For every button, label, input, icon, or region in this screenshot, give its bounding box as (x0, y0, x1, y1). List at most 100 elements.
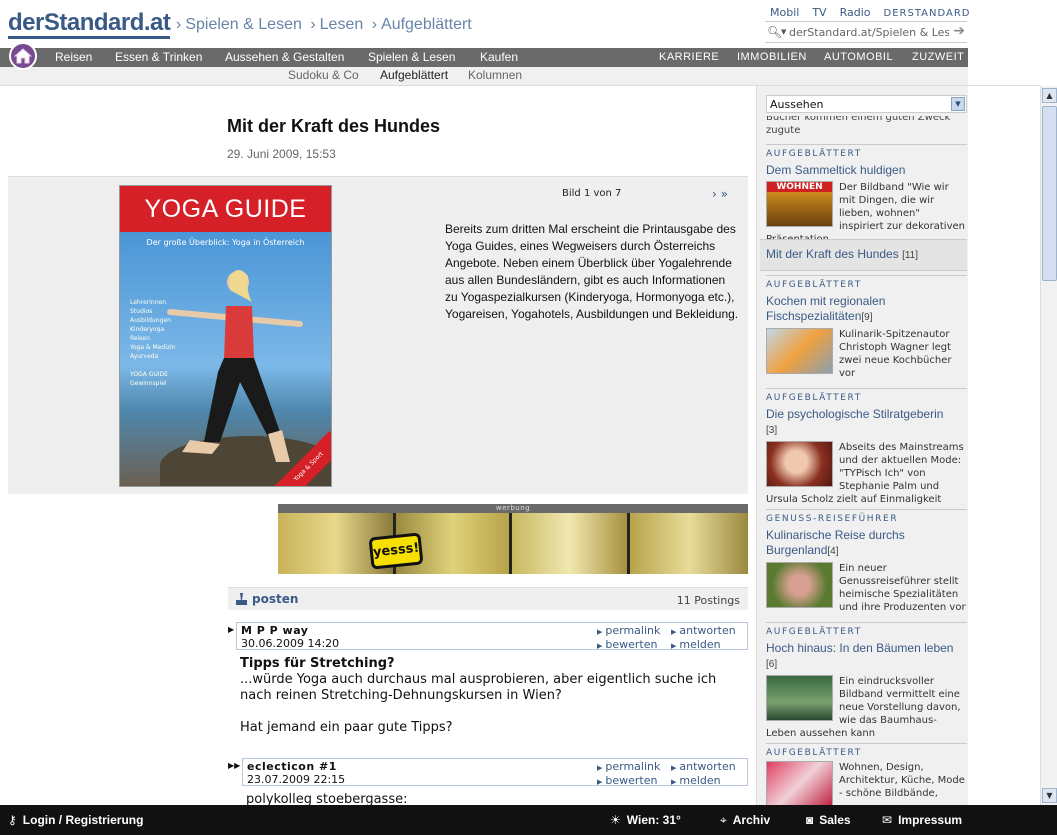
bewerten-link[interactable]: ▶ bewerten (597, 774, 657, 789)
sidebar: Aussehen ▼ Bücher kommen einem guten Zwe… (756, 86, 968, 805)
category-select[interactable]: Aussehen ▼ (766, 95, 967, 113)
comment-username[interactable]: M P P way (241, 624, 308, 637)
antworten-link[interactable]: ▶ antworten (671, 760, 736, 775)
scroll-up-icon[interactable]: ▲ (1042, 88, 1057, 103)
melden-label: melden (679, 638, 721, 651)
current-article-title: Mit der Kraft des Hundes [11] (766, 247, 918, 261)
teaser-kicker: AUFGEBLÄTTERT (766, 393, 862, 403)
sales-link[interactable]: ◙ Sales (806, 813, 851, 827)
search-icon[interactable]: 🔍︎ (767, 25, 782, 39)
nav-aussehen-gestalten[interactable]: Aussehen & Gestalten (225, 50, 344, 64)
home-button[interactable] (9, 42, 37, 70)
subnav-sudoku[interactable]: Sudoku & Co (288, 68, 359, 82)
cover-title: YOGA GUIDE (120, 186, 331, 232)
comment-header: eclecticon #1 23.07.2009 22:15 ▶ permalin… (242, 758, 748, 789)
toplink-tv[interactable]: TV (812, 6, 826, 19)
comment-timestamp: 30.06.2009 14:20 (241, 637, 340, 650)
teaser-thumbnail[interactable] (766, 675, 833, 721)
impressum-label: Impressum (898, 813, 963, 827)
nav-immobilien[interactable]: IMMOBILIEN (737, 51, 807, 63)
breadcrumb-spielen-lesen[interactable]: Spielen & Lesen (185, 16, 302, 33)
nav-spielen-lesen[interactable]: Spielen & Lesen (368, 50, 455, 64)
toplink-radio[interactable]: Radio (840, 6, 871, 19)
permalink-link[interactable]: ▶ permalink (597, 624, 660, 639)
sidebar-teaser: AUFGEBLÄTTERT Wohnen, Design, Architektu… (766, 743, 967, 805)
teaser-thumbnail[interactable]: WOHNEN (766, 181, 833, 227)
impressum-link[interactable]: ✉ Impressum (882, 813, 962, 827)
cover-topic: Gewinnspiel (130, 380, 167, 387)
permalink-label: permalink (605, 624, 661, 637)
teaser-thumbnail[interactable] (766, 328, 833, 374)
sidebar-current-article[interactable]: Mit der Kraft des Hundes [11] (760, 239, 967, 271)
breadcrumb-lesen[interactable]: Lesen (320, 16, 364, 33)
subnav-aufgeblaettert[interactable]: Aufgeblättert (380, 68, 448, 82)
expand-arrow-icon[interactable]: ▶▶ (228, 761, 240, 770)
login-link[interactable]: ⚷ Login / Registrierung (8, 813, 143, 827)
nav-kaufen[interactable]: Kaufen (480, 50, 518, 64)
cover-topic: Ayurveda (130, 353, 159, 360)
gallery-counter: Bild 1 von 7 (562, 188, 622, 199)
teaser-kicker: AUFGEBLÄTTERT (766, 627, 862, 637)
permalink-label: permalink (605, 760, 661, 773)
search-submit-arrow-icon[interactable]: ➔ (953, 23, 965, 39)
nav-reisen[interactable]: Reisen (55, 50, 92, 64)
breadcrumb-aufgeblaettert[interactable]: Aufgeblättert (381, 16, 472, 33)
antworten-label: antworten (679, 624, 736, 637)
site-logo[interactable]: derStandard.at (8, 10, 171, 39)
scroll-thumb[interactable] (1042, 106, 1057, 281)
teaser-title[interactable]: Kulinarische Reise durchs Burgenland[4] (766, 528, 967, 559)
sales-icon: ◙ (806, 813, 814, 827)
teaser-kicker: AUFGEBLÄTTERT (766, 149, 862, 159)
nav-karriere[interactable]: KARRIERE (659, 51, 719, 63)
comment-username[interactable]: eclecticon #1 (247, 760, 337, 773)
teaser-thumbnail[interactable] (766, 562, 833, 608)
advertisement[interactable]: werbung yesss! (278, 504, 748, 574)
chevron-down-icon[interactable]: ▼ (951, 97, 965, 111)
scroll-down-icon[interactable]: ▼ (1042, 788, 1057, 803)
subnav-kolumnen[interactable]: Kolumnen (468, 68, 522, 82)
toplink-derstandard[interactable]: DERSTANDARD (884, 8, 971, 19)
sidebar-teaser: AUFGEBLÄTTERT Dem Sammeltick huldigen WO… (766, 144, 967, 246)
teaser-title[interactable]: Die psychologische Stilratgeberin [3] (766, 407, 967, 438)
teaser-thumbnail[interactable] (766, 761, 833, 805)
breadcrumb-separator: › (371, 16, 378, 33)
teaser-title-text: Die psychologische Stilratgeberin (766, 407, 944, 421)
teaser-thumbnail[interactable] (766, 441, 833, 487)
post-comment-link[interactable]: posten (252, 592, 298, 606)
expand-arrow-icon[interactable]: ▶ (228, 625, 234, 634)
bewerten-link[interactable]: ▶ bewerten (597, 638, 657, 653)
search-input[interactable] (789, 24, 949, 40)
nav-automobil[interactable]: AUTOMOBIL (824, 51, 893, 63)
antworten-link[interactable]: ▶ antworten (671, 624, 736, 639)
sidebar-teaser: AUFGEBLÄTTERT Die psychologische Stilrat… (766, 388, 967, 506)
bullet-arrow-icon: ▶ (671, 642, 677, 650)
gallery-image-yoga-guide-cover[interactable]: YOGA GUIDE Der große Überblick: Yoga in … (119, 185, 332, 487)
vertical-scrollbar[interactable]: ▲ ▼ (1040, 86, 1057, 805)
cover-topic-list: Lehrerinnen Studios Ausbildungen Kindery… (130, 298, 175, 388)
search-scope-dropdown-icon[interactable]: ▼ (781, 28, 786, 36)
toplink-mobil[interactable]: Mobil (770, 6, 799, 19)
permalink-link[interactable]: ▶ permalink (597, 760, 660, 775)
melden-link[interactable]: ▶ melden (671, 638, 721, 653)
comment-title: Tipps für Stretching? (240, 656, 395, 671)
melden-link[interactable]: ▶ melden (671, 774, 721, 789)
weather-link[interactable]: ☀ Wien: 31° (610, 813, 681, 827)
antworten-label: antworten (679, 760, 736, 773)
archiv-link[interactable]: ⌖ Archiv (720, 813, 770, 828)
ad-banner-image: yesss! (278, 513, 748, 574)
key-icon: ⚷ (8, 813, 17, 827)
teaser-title[interactable]: Dem Sammeltick huldigen (766, 163, 967, 178)
nav-zuzweit[interactable]: ZUZWEIT (912, 51, 964, 63)
teaser-title[interactable]: Kochen mit regionalen Fischspezialitäten… (766, 294, 967, 325)
teaser-title[interactable]: Hoch hinaus: In den Bäumen leben [6] (766, 641, 967, 672)
postings-count: 11 Postings (676, 594, 740, 607)
nav-essen-trinken[interactable]: Essen & Trinken (115, 50, 202, 64)
bottom-toolbar: ⚷ Login / Registrierung ☀ Wien: 31° ⌖ Archi… (0, 805, 1057, 835)
gallery-next-links[interactable]: › » (712, 187, 728, 201)
bullet-arrow-icon: ▶ (597, 764, 603, 772)
comment-timestamp: 23.07.2009 22:15 (247, 773, 346, 786)
archiv-label: Archiv (732, 813, 771, 827)
cover-topic: Lehrerinnen (130, 299, 166, 306)
article-date: 29. Juni 2009, 15:53 (227, 147, 336, 161)
home-icon (14, 48, 32, 64)
